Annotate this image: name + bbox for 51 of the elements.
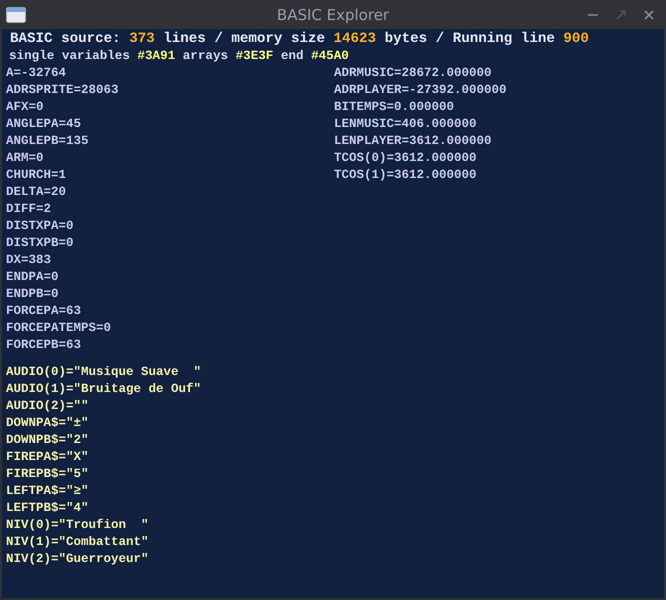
variable-entry: ENDPA=0 (6, 269, 60, 286)
variable-entry: FORCEPB=63 (6, 337, 82, 354)
string-variable-entry: NIV(0)="Troufion " (6, 517, 150, 534)
variable-entry: TCOS(0)=3612.000000 (334, 150, 478, 167)
variable-entry: ANGLEPA=45 (6, 116, 82, 133)
variable-entry: ARM=0 (6, 150, 45, 167)
variable-entry: TCOS(1)=3612.000000 (334, 167, 478, 184)
variable-entry: BITEMPS=0.000000 (334, 99, 456, 116)
variable-entry: ADRSPRITE=28063 (6, 82, 120, 99)
address-value: #45A0 (311, 48, 349, 65)
string-variable-entry: NIV(1)="Combattant" (6, 534, 150, 551)
string-variable-entry: AUDIO(2)="" (6, 398, 90, 415)
string-variable-entry: FIREPA$="X" (6, 449, 90, 466)
variable-entry: DELTA=20 (6, 184, 68, 201)
header-value: 373 (129, 31, 155, 48)
address-label: arrays (182, 48, 228, 65)
close-icon[interactable] (643, 8, 655, 20)
address-value: #3A91 (137, 48, 176, 65)
string-variable-entry: DOWNPB$="2" (6, 432, 90, 449)
variable-entry: ADRMUSIC=28672.000000 (334, 65, 493, 82)
variable-entry: ENDPB=0 (6, 286, 60, 303)
variable-entry: LENPLAYER=3612.000000 (334, 133, 493, 150)
address-label: single variables (9, 48, 130, 65)
string-variable-entry: FIREPB$="5" (6, 466, 90, 483)
variable-entry: CHURCH=1 (6, 167, 68, 184)
address-label: end (280, 48, 304, 65)
header-value: 900 (563, 31, 589, 48)
string-variable-entry: LEFTPB$="4" (6, 500, 90, 517)
variable-entry: DX=383 (6, 252, 52, 269)
variable-entry: AFX=0 (6, 99, 45, 116)
variable-entry: FORCEPA=63 (6, 303, 82, 320)
string-variable-entry: LEFTPA$="≥" (6, 483, 90, 500)
window-title: BASIC Explorer (276, 6, 390, 24)
variable-entry: LENMUSIC=406.000000 (334, 116, 478, 133)
variable-entry: DISTXPA=0 (6, 218, 75, 235)
string-variable-entry: AUDIO(0)="Musique Suave " (6, 364, 202, 381)
variable-entry: A=-32764 (6, 65, 68, 82)
string-variable-entry: NIV(2)="Guerroyeur" (6, 551, 150, 568)
variable-entry: DISTXPB=0 (6, 235, 75, 252)
variable-entry: ADRPLAYER=-27392.000000 (334, 82, 508, 99)
variable-entry: ANGLEPB=135 (6, 133, 90, 150)
header-value: 14623 (334, 31, 376, 48)
string-variable-entry: DOWNPA$="±" (6, 415, 90, 432)
string-variable-entry: AUDIO(1)="Bruitage de Ouf" (6, 381, 202, 398)
variable-entry: FORCEPATEMPS=0 (6, 320, 112, 337)
header-label: BASIC source: (10, 31, 121, 48)
window-icon (6, 6, 26, 22)
address-value: #3E3F (236, 48, 274, 65)
header-label: lines / memory size (163, 31, 325, 48)
header-label: bytes / Running line (384, 31, 555, 48)
variable-entry: DIFF=2 (6, 201, 52, 218)
